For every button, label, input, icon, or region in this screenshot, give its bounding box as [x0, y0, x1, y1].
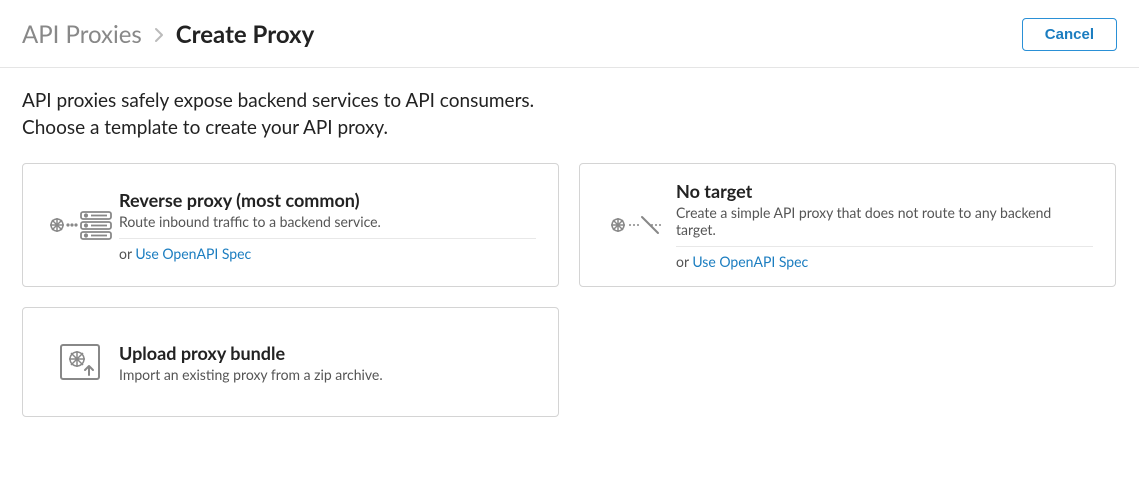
page-header: API Proxies Create Proxy Cancel [0, 0, 1139, 68]
chevron-right-icon [154, 27, 164, 43]
template-cards: Reverse proxy (most common) Route inboun… [0, 151, 1139, 429]
no-target-icon [598, 205, 676, 245]
card-description: Create a simple API proxy that does not … [676, 204, 1093, 247]
card-no-target[interactable]: No target Create a simple API proxy that… [579, 163, 1116, 287]
cancel-button[interactable]: Cancel [1022, 18, 1117, 51]
upload-bundle-icon [41, 339, 119, 385]
breadcrumb: API Proxies Create Proxy [22, 20, 314, 49]
card-title: Reverse proxy (most common) [119, 189, 536, 211]
card-alt-action: or Use OpenAPI Spec [119, 245, 536, 262]
card-description: Route inbound traffic to a backend servi… [119, 213, 536, 239]
intro-line-1: API proxies safely expose backend servic… [22, 88, 1117, 115]
intro-text: API proxies safely expose backend servic… [0, 68, 1139, 151]
card-title: No target [676, 180, 1093, 202]
breadcrumb-current: Create Proxy [176, 20, 314, 49]
card-description: Import an existing proxy from a zip arch… [119, 366, 536, 383]
reverse-proxy-icon [41, 205, 119, 245]
use-openapi-spec-link[interactable]: Use OpenAPI Spec [692, 253, 808, 270]
breadcrumb-parent[interactable]: API Proxies [22, 20, 142, 49]
card-alt-action: or Use OpenAPI Spec [676, 253, 1093, 270]
card-upload-bundle[interactable]: Upload proxy bundle Import an existing p… [22, 307, 559, 417]
use-openapi-spec-link[interactable]: Use OpenAPI Spec [135, 245, 251, 262]
card-reverse-proxy[interactable]: Reverse proxy (most common) Route inboun… [22, 163, 559, 287]
intro-line-2: Choose a template to create your API pro… [22, 115, 1117, 142]
card-title: Upload proxy bundle [119, 342, 536, 364]
